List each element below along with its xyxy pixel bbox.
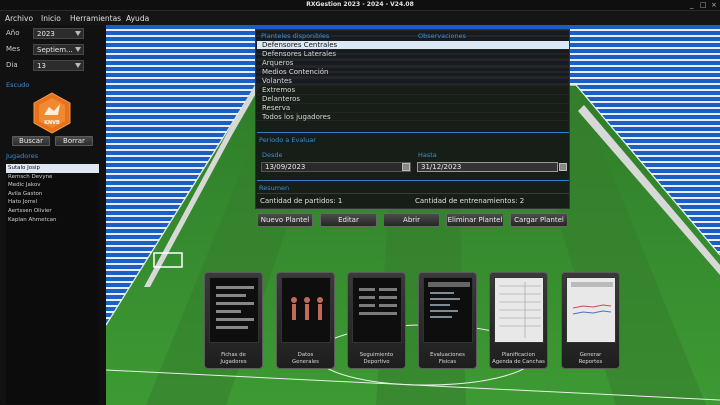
list-item[interactable]: Medic Jakov (6, 181, 99, 190)
tile-label-line2: Deportivo (363, 358, 390, 365)
shield-club-text: KNVB (44, 120, 60, 126)
left-panel: Año 2023 Mes Septiem... Dia 13 Escudo KN… (0, 25, 106, 405)
menu-ayuda[interactable]: Ayuda (126, 14, 149, 23)
module-planificacion[interactable]: Planificacion Agenda de Canchas (489, 272, 548, 369)
title-bar: RXGestion 2023 - 2024 - V24.08 _ □ × (0, 0, 720, 11)
day-value: 13 (37, 62, 46, 70)
planteles-list[interactable]: Defensores Centrales Defensores Laterale… (257, 41, 569, 122)
seguimiento-thumbnail-icon (352, 277, 402, 343)
tile-label-line1: Fichas de (221, 352, 246, 358)
desde-date-input[interactable]: 13/09/2023 (261, 162, 411, 172)
menu-inicio[interactable]: Inicio (41, 14, 61, 23)
list-item[interactable]: Hato Jorrel (6, 198, 99, 207)
nuevo-plantel-button[interactable]: Nuevo Plantel (257, 213, 313, 227)
calendar-icon[interactable] (559, 163, 567, 171)
players-label: Jugadores (6, 152, 39, 160)
hasta-label: Hasta (418, 151, 437, 159)
list-item[interactable]: Kaplan Ahmetcan (6, 216, 99, 225)
planteles-dialog: Planteles disponibles Observaciones Defe… (255, 29, 570, 209)
editar-button[interactable]: Editar (320, 213, 377, 227)
list-item[interactable]: Avila Gaston (6, 190, 99, 199)
cargar-plantel-button[interactable]: Cargar Plantel (510, 213, 568, 227)
maximize-button[interactable]: □ (700, 1, 707, 9)
tile-label-line1: Seguimiento (359, 352, 394, 358)
tile-label-line2: Generales (292, 358, 319, 365)
list-item[interactable]: Defensores Centrales (257, 41, 569, 50)
month-value: Septiem... (37, 46, 73, 54)
abrir-button[interactable]: Abrir (383, 213, 440, 227)
players-list[interactable]: Sutalo Josip Remsch Devyne Medic Jakov A… (6, 164, 99, 404)
list-item[interactable]: Defensores Laterales (257, 50, 569, 59)
month-label: Mes (6, 45, 20, 53)
partidos-count: Cantidad de partidos: 1 (260, 197, 343, 205)
tile-label-line1: Generar (579, 352, 602, 358)
module-evaluaciones-fisicas[interactable]: Evaluaciones Fisicas (418, 272, 477, 369)
tile-label-line2: Agenda de Canchas (492, 358, 545, 365)
buscar-button[interactable]: Buscar (12, 136, 50, 146)
list-item[interactable]: Todos los jugadores (257, 113, 569, 122)
divider (257, 132, 569, 133)
list-item[interactable]: Reserva (257, 104, 569, 113)
divider (257, 193, 569, 194)
day-label: Dia (6, 61, 18, 69)
window-title: RXGestion 2023 - 2024 - V24.08 (306, 1, 414, 8)
planteles-header: Planteles disponibles (261, 32, 330, 40)
list-item[interactable]: Volantes (257, 77, 569, 86)
module-seguimiento-deportivo[interactable]: Seguimiento Deportivo (347, 272, 406, 369)
fichas-thumbnail-icon (209, 277, 259, 343)
evaluaciones-thumbnail-icon (423, 277, 473, 343)
tile-label-line2: Jugadores (220, 358, 247, 365)
shield-icon: KNVB (33, 92, 71, 134)
desde-label: Desde (262, 151, 283, 159)
periodo-label: Periodo a Evaluar (259, 136, 316, 144)
entrenamientos-count: Cantidad de entrenamientos: 2 (415, 197, 525, 205)
eliminar-plantel-button[interactable]: Eliminar Plantel (446, 213, 504, 227)
chevron-down-icon (75, 63, 81, 68)
list-item[interactable]: Medios Contención (257, 68, 569, 77)
module-fichas-jugadores[interactable]: Fichas de Jugadores (204, 272, 263, 369)
menu-bar: Archivo Inicio Herramientas Ayuda (0, 11, 720, 25)
chevron-down-icon (75, 31, 81, 36)
minimize-button[interactable]: _ (690, 1, 694, 9)
month-select[interactable]: Septiem... (33, 44, 84, 55)
day-select[interactable]: 13 (33, 60, 84, 71)
reportes-thumbnail-icon (566, 277, 616, 343)
list-item[interactable]: Extremos (257, 86, 569, 95)
tile-label-line1: Evaluaciones (430, 352, 465, 358)
observaciones-header: Observaciones (418, 32, 466, 40)
close-button[interactable]: × (711, 1, 717, 9)
planificacion-thumbnail-icon (494, 277, 544, 343)
list-item[interactable]: Arqueros (257, 59, 569, 68)
datos-thumbnail-icon (281, 277, 331, 343)
tile-label-line2: Reportes (578, 358, 603, 365)
divider (257, 180, 569, 181)
tile-label-line2: Fisicas (438, 358, 457, 365)
resumen-label: Resumen (259, 184, 290, 192)
menu-archivo[interactable]: Archivo (5, 14, 33, 23)
list-item[interactable]: Aertssen Olivier (6, 207, 99, 216)
menu-herramientas[interactable]: Herramientas (70, 14, 121, 23)
tile-label-line1: Datos (297, 352, 314, 358)
hasta-date-input[interactable]: 31/12/2023 (417, 162, 558, 172)
list-item[interactable]: Delanteros (257, 95, 569, 104)
module-generar-reportes[interactable]: Generar Reportes (561, 272, 620, 369)
tile-label-line1: Planificacion (501, 352, 536, 358)
shield-label: Escudo (6, 81, 30, 89)
year-select[interactable]: 2023 (33, 28, 84, 39)
borrar-button[interactable]: Borrar (55, 136, 93, 146)
chevron-down-icon (75, 47, 81, 52)
module-datos-generales[interactable]: Datos Generales (276, 272, 335, 369)
club-shield-image[interactable]: KNVB (30, 91, 74, 135)
year-value: 2023 (37, 30, 55, 38)
calendar-icon[interactable] (402, 163, 410, 171)
list-item[interactable]: Remsch Devyne (6, 173, 99, 182)
year-label: Año (6, 29, 20, 37)
list-item[interactable]: Sutalo Josip (6, 164, 99, 173)
